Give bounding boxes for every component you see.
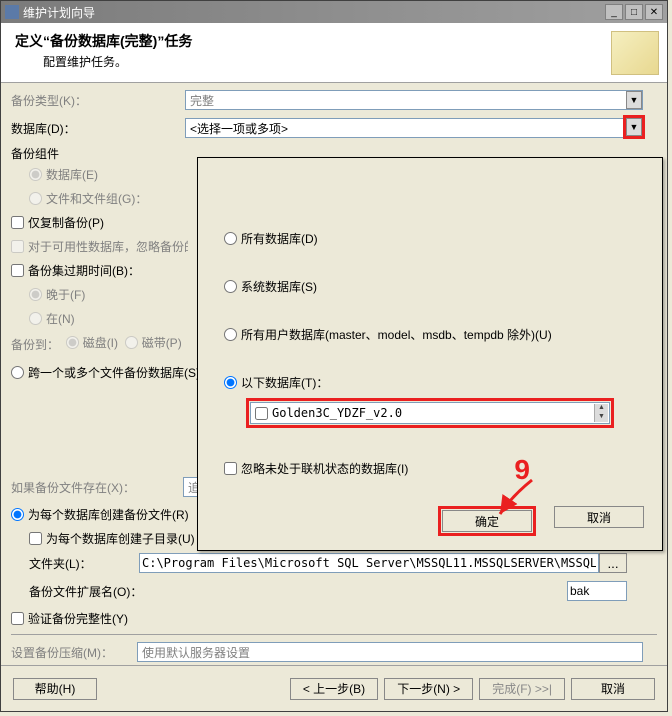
database-item-checkbox[interactable] <box>255 407 268 420</box>
wizard-header: 定义“备份数据库(完整)”任务 配置维护任务。 <box>1 23 667 83</box>
expire-checkbox[interactable] <box>11 264 24 277</box>
database-dropdown-button[interactable]: ▼ <box>626 118 642 136</box>
compression-label: 设置备份压缩(M)： <box>11 644 137 661</box>
component-database-radio <box>29 168 42 181</box>
database-list[interactable]: Golden3C_YDZF_v2.0 ▲▼ <box>250 402 610 424</box>
across-files-radio[interactable] <box>11 366 24 379</box>
backup-to-tape-radio <box>125 336 138 349</box>
close-button[interactable]: ✕ <box>645 4 663 20</box>
backup-to-label: 备份到： <box>11 336 59 353</box>
user-databases-radio[interactable] <box>224 328 237 341</box>
backup-type-label: 备份类型(K)： <box>11 92 185 109</box>
folder-input[interactable] <box>139 553 599 573</box>
expire-on-radio <box>29 312 42 325</box>
titlebar: 维护计划向导 _ □ ✕ <box>1 1 667 23</box>
backup-to-disk-radio <box>66 336 79 349</box>
database-dropdown-popup: 所有数据库(D) 系统数据库(S) 所有用户数据库(master、model、m… <box>197 157 663 551</box>
component-filegroup-radio <box>29 192 42 205</box>
these-databases-radio[interactable] <box>224 376 237 389</box>
cancel-button[interactable]: 取消 <box>571 678 655 700</box>
database-select[interactable]: <选择一项或多项> <box>185 118 643 138</box>
wizard-title: 定义“备份数据库(完整)”任务 <box>15 31 653 51</box>
list-scrollbar[interactable]: ▲▼ <box>594 404 608 422</box>
folder-label: 文件夹(L)： <box>29 555 139 572</box>
availability-replica-checkbox <box>11 240 24 253</box>
finish-button: 完成(F) >>| <box>479 678 565 700</box>
popup-ok-button[interactable]: 确定 <box>442 510 532 532</box>
help-button[interactable]: 帮助(H) <box>13 678 97 700</box>
system-databases-radio[interactable] <box>224 280 237 293</box>
wizard-footer: 帮助(H) < 上一步(B) 下一步(N) > 完成(F) >>| 取消 <box>1 665 667 711</box>
app-icon <box>5 5 19 19</box>
popup-cancel-button[interactable]: 取消 <box>554 506 644 528</box>
extension-label: 备份文件扩展名(O)： <box>29 583 567 600</box>
if-exists-label: 如果备份文件存在(X)： <box>11 479 183 496</box>
wizard-subtitle: 配置维护任务。 <box>43 53 653 70</box>
next-button[interactable]: 下一步(N) > <box>384 678 473 700</box>
backup-type-select: 完整 <box>185 90 643 110</box>
copy-only-checkbox[interactable] <box>11 216 24 229</box>
back-button[interactable]: < 上一步(B) <box>290 678 378 700</box>
annotation-number: 9 <box>514 454 530 486</box>
per-db-subdir-checkbox[interactable] <box>29 532 42 545</box>
database-label: 数据库(D)： <box>11 120 185 137</box>
expire-after-radio <box>29 288 42 301</box>
wizard-icon <box>611 31 659 75</box>
maximize-button[interactable]: □ <box>625 4 643 20</box>
all-databases-radio[interactable] <box>224 232 237 245</box>
minimize-button[interactable]: _ <box>605 4 623 20</box>
per-db-file-radio[interactable] <box>11 508 24 521</box>
extension-input[interactable] <box>567 581 627 601</box>
browse-folder-button[interactable]: ... <box>599 553 627 573</box>
database-item-label: Golden3C_YDZF_v2.0 <box>272 406 402 420</box>
ignore-offline-checkbox[interactable] <box>224 462 237 475</box>
verify-integrity-checkbox[interactable] <box>11 612 24 625</box>
dropdown-icon: ▼ <box>626 91 642 109</box>
window-title: 维护计划向导 <box>23 4 605 21</box>
